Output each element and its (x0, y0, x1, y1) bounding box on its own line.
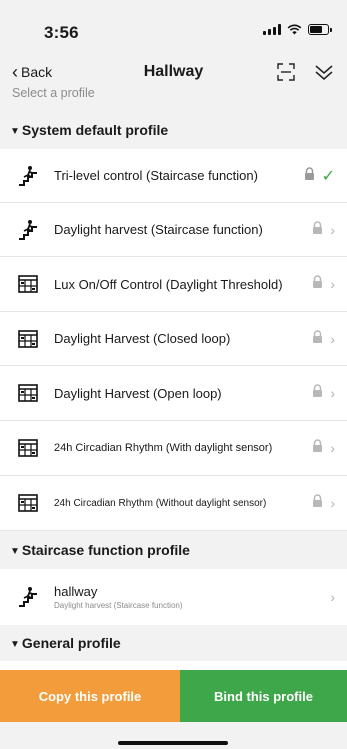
lock-icon (312, 275, 323, 293)
chevron-right-icon: › (330, 385, 335, 401)
status-icons (263, 24, 332, 35)
battery-icon (308, 24, 332, 35)
home-area (0, 722, 347, 749)
status-time: 3:56 (44, 23, 79, 42)
sensor-grid-icon (16, 437, 40, 459)
chevron-right-icon: › (330, 440, 335, 456)
chevron-right-icon: › (330, 589, 335, 605)
triangle-down-icon: ▼ (10, 639, 20, 650)
staircase-person-icon (16, 165, 40, 187)
copy-profile-button[interactable]: Copy this profile (0, 670, 180, 722)
lock-icon (312, 220, 323, 239)
profile-row[interactable]: Tri-level control (Staircase function) ✓ (0, 149, 347, 203)
section-header-system[interactable]: ▼ System default profile (0, 112, 347, 149)
sensor-grid-icon (16, 382, 40, 404)
profile-row[interactable]: Daylight harvest (Staircase function) › (0, 203, 347, 257)
triangle-down-icon: ▼ (10, 546, 20, 557)
profile-row[interactable]: hallway Daylight harvest (Staircase func… (0, 569, 347, 625)
profile-label: Daylight harvest (Staircase function) (54, 222, 263, 237)
nav-bar: ‹ Back Hallway (0, 58, 347, 86)
profile-row[interactable]: Daylight Harvest (Closed loop) › (0, 312, 347, 366)
chevron-right-icon: › (330, 221, 335, 238)
bottom-actions: Copy this profile Bind this profile (0, 670, 347, 722)
profile-sublabel: Daylight harvest (Staircase function) (54, 601, 183, 610)
profile-row[interactable]: Lux On/Off Control (Daylight Threshold) … (0, 257, 347, 312)
checkmark-icon: ✓ (321, 167, 335, 185)
double-chevron-down-icon[interactable] (313, 62, 335, 82)
profile-label: Tri-level control (Staircase function) (54, 168, 258, 183)
profile-label: Lux On/Off Control (Daylight Threshold) (54, 276, 283, 292)
sensor-grid-icon (16, 273, 40, 295)
section-header-staircase[interactable]: ▼ Staircase function profile (0, 531, 347, 569)
lock-icon (312, 494, 323, 512)
sensor-grid-icon (16, 328, 40, 350)
chevron-right-icon: › (330, 276, 335, 292)
staircase-person-icon (16, 219, 40, 241)
wifi-icon (287, 24, 302, 35)
profile-row[interactable]: 24h Circadian Rhythm (With daylight sens… (0, 421, 347, 476)
profile-label: Daylight Harvest (Open loop) (54, 385, 222, 401)
lock-icon (312, 329, 323, 348)
profile-row[interactable]: 24h Circadian Rhythm (Without daylight s… (0, 476, 347, 531)
signal-icon (263, 24, 281, 35)
lock-icon (304, 166, 315, 185)
section-title: Staircase function profile (21, 542, 190, 558)
sensor-grid-icon (16, 492, 40, 514)
section-header-general[interactable]: ▼ General profile (0, 625, 347, 661)
chevron-right-icon: › (330, 330, 335, 347)
home-indicator[interactable] (118, 741, 228, 745)
profile-row[interactable]: Daylight Harvest (Open loop) › (0, 366, 347, 421)
section-title: System default profile (21, 122, 169, 138)
select-profile-hint: Select a profile (0, 86, 347, 112)
staircase-person-icon (16, 586, 40, 608)
lock-icon (312, 384, 323, 402)
profile-label: Daylight Harvest (Closed loop) (54, 331, 231, 346)
profile-label: hallway (54, 584, 98, 599)
triangle-down-icon: ▼ (10, 126, 20, 137)
profile-label: 24h Circadian Rhythm (With daylight sens… (54, 442, 273, 454)
chevron-right-icon: › (330, 495, 335, 511)
section-title: General profile (21, 635, 121, 651)
profile-label: 24h Circadian Rhythm (Without daylight s… (54, 497, 267, 509)
bind-profile-button[interactable]: Bind this profile (180, 670, 347, 722)
status-bar: 3:56 (0, 0, 347, 58)
lock-icon (312, 439, 323, 457)
scan-frame-icon[interactable] (277, 63, 295, 81)
